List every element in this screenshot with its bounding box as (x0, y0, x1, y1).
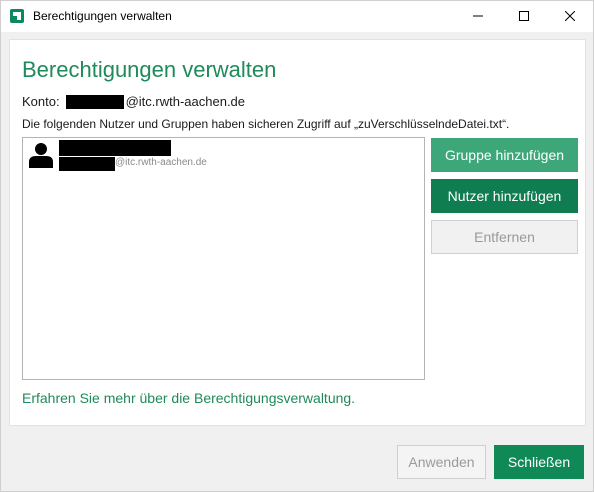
apply-button[interactable]: Anwenden (397, 445, 486, 479)
add-user-button[interactable]: Nutzer hinzufügen (431, 179, 578, 213)
minimize-icon (473, 15, 483, 17)
account-domain: @itc.rwth-aachen.de (125, 94, 246, 109)
user-email-redacted (59, 157, 115, 171)
permissions-list[interactable]: @itc.rwth-aachen.de (22, 137, 425, 380)
close-icon (565, 11, 575, 21)
maximize-button[interactable] (501, 1, 547, 31)
account-row: Konto: @itc.rwth-aachen.de (22, 94, 245, 109)
title-bar: Berechtigungen verwalten (1, 1, 593, 32)
close-button[interactable]: Schließen (494, 445, 584, 479)
remove-button[interactable]: Entfernen (431, 220, 578, 254)
app-logo-icon (10, 9, 24, 23)
user-email-domain: @itc.rwth-aachen.de (115, 157, 207, 168)
learn-more-link[interactable]: Erfahren Sie mehr über die Berechtigungs… (22, 390, 355, 406)
user-name-redacted (59, 140, 171, 156)
access-info-text: Die folgenden Nutzer und Gruppen haben s… (22, 117, 510, 131)
window-title: Berechtigungen verwalten (33, 9, 172, 23)
manage-permissions-window: Berechtigungen verwalten Berechtigungen … (0, 0, 594, 492)
maximize-icon (519, 11, 529, 21)
list-item[interactable]: @itc.rwth-aachen.de (23, 138, 424, 176)
minimize-button[interactable] (455, 1, 501, 31)
content-panel: Berechtigungen verwalten Konto: @itc.rwt… (9, 39, 586, 426)
close-window-button[interactable] (547, 1, 593, 31)
account-name-redacted (65, 94, 124, 109)
page-title: Berechtigungen verwalten (22, 57, 277, 82)
user-icon (29, 143, 53, 168)
add-group-button[interactable]: Gruppe hinzufügen (431, 138, 578, 172)
account-label: Konto: (22, 94, 60, 109)
